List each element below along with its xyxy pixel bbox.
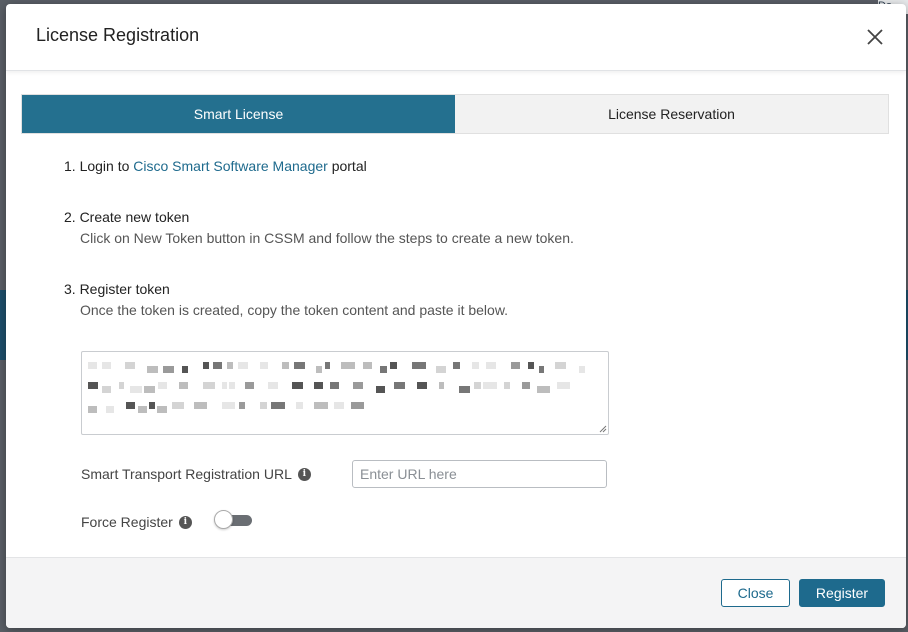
step-create-token-title: 2. Create new token <box>64 209 190 225</box>
force-register-toggle[interactable] <box>214 510 252 529</box>
step-register-token-desc: Once the token is created, copy the toke… <box>80 302 509 318</box>
token-textarea[interactable] <box>81 351 609 435</box>
toggle-knob <box>214 510 233 529</box>
cssm-portal-link[interactable]: Cisco Smart Software Manager <box>133 158 328 174</box>
step-create-token: 2. Create new token Click on New Token b… <box>64 209 574 246</box>
force-register-text: Force Register <box>81 514 173 530</box>
step-login-prefix: 1. Login to <box>64 158 134 174</box>
step-login: 1. Login to Cisco Smart Software Manager… <box>64 158 367 174</box>
register-button[interactable]: Register <box>799 579 885 607</box>
url-label-text: Smart Transport Registration URL <box>81 466 292 482</box>
info-icon[interactable]: i <box>178 515 192 529</box>
tab-license-reservation[interactable]: License Reservation <box>455 95 888 133</box>
resize-handle-icon[interactable] <box>599 425 607 433</box>
step-create-token-desc: Click on New Token button in CSSM and fo… <box>80 230 574 246</box>
step-login-suffix: portal <box>327 158 367 174</box>
close-icon[interactable] <box>864 26 886 48</box>
info-icon[interactable]: i <box>297 467 311 481</box>
license-registration-dialog: License Registration Smart License Licen… <box>6 4 906 628</box>
url-field-label: Smart Transport Registration URL i <box>81 466 311 482</box>
dialog-footer: Close Register <box>6 557 906 628</box>
step-register-token-title: 3. Register token <box>64 281 170 297</box>
force-register-label: Force Register i <box>81 514 192 530</box>
close-button[interactable]: Close <box>721 579 790 607</box>
dialog-header: License Registration <box>6 4 906 71</box>
step-register-token: 3. Register token Once the token is crea… <box>64 281 508 318</box>
registration-url-input[interactable] <box>352 460 607 488</box>
dialog-title: License Registration <box>36 25 200 45</box>
registration-tabs: Smart License License Reservation <box>21 94 889 134</box>
tab-smart-license[interactable]: Smart License <box>22 95 455 133</box>
